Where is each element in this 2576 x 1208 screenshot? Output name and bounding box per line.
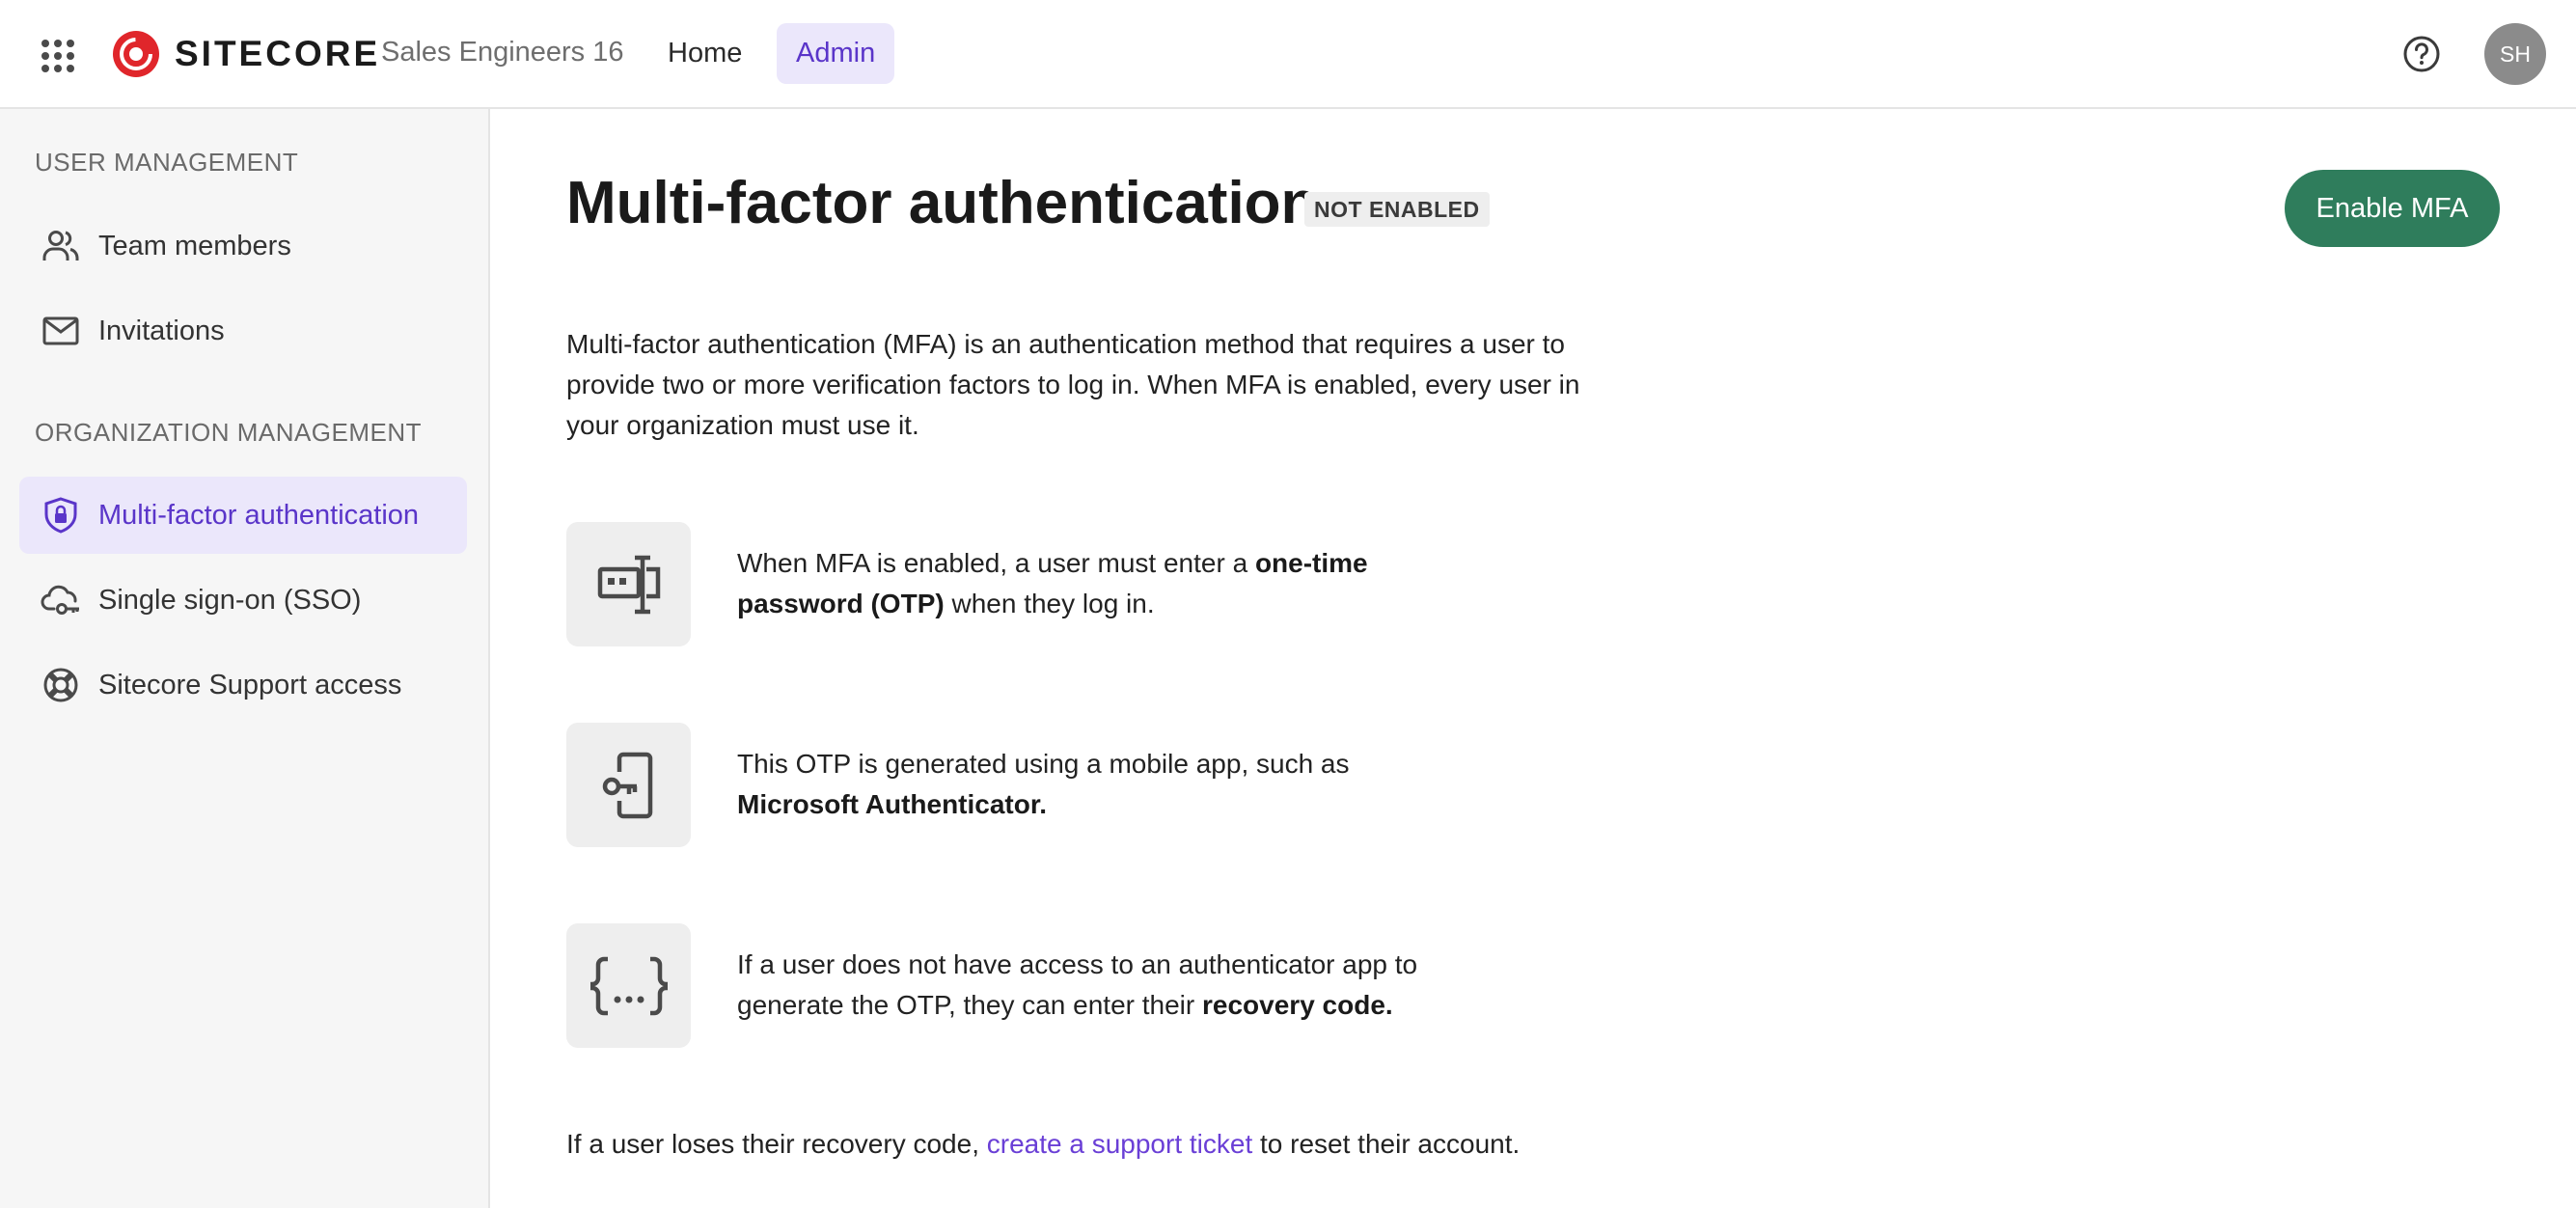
envelope-icon	[41, 311, 81, 351]
sidebar: USER MANAGEMENT Team members Invitations…	[0, 109, 490, 1208]
avatar[interactable]: SH	[2484, 23, 2546, 85]
sidebar-item-label: Team members	[98, 230, 291, 261]
user-management-heading: USER MANAGEMENT	[35, 148, 299, 177]
intro-paragraph: Multi-factor authentication (MFA) is an …	[566, 329, 1580, 440]
sitecore-logo[interactable]: SITECORE	[111, 28, 380, 80]
org-name: Sales Engineers 16	[381, 37, 624, 68]
feature-recovery-text: If a user does not have access to an aut…	[737, 945, 1470, 1026]
create-support-ticket-link[interactable]: create a support ticket	[987, 1129, 1252, 1159]
sidebar-item-support-access[interactable]: Sitecore Support access	[19, 646, 467, 724]
feature-text-part: when they log in.	[944, 589, 1155, 618]
brand-name: SITECORE	[175, 34, 381, 73]
feature-text-part: When MFA is enabled, a user must enter a	[737, 548, 1255, 578]
lifebuoy-icon	[41, 665, 81, 705]
code-braces-icon	[566, 923, 691, 1048]
cloud-key-icon	[41, 580, 81, 620]
nav-home-tab[interactable]: Home	[648, 23, 761, 84]
grid-apps-icon[interactable]	[37, 35, 79, 77]
shield-lock-icon	[41, 495, 81, 535]
sidebar-item-mfa[interactable]: Multi-factor authentication	[19, 477, 467, 554]
footer-text: If a user loses their recovery code,	[566, 1129, 987, 1159]
status-badge: NOT ENABLED	[1304, 192, 1490, 227]
feature-text-bold: Microsoft Authenticator.	[737, 789, 1047, 819]
org-management-heading: ORGANIZATION MANAGEMENT	[35, 418, 423, 447]
sidebar-item-label: Sitecore Support access	[98, 669, 402, 700]
sidebar-item-label: Multi-factor authentication	[98, 499, 420, 531]
footer-note: If a user loses their recovery code, cre…	[566, 1124, 1520, 1165]
help-circle-icon[interactable]	[2402, 35, 2441, 73]
sitecore-logo-icon	[113, 31, 159, 77]
sidebar-item-label: Single sign-on (SSO)	[98, 584, 362, 616]
people-icon	[41, 226, 81, 266]
feature-otp-text: When MFA is enabled, a user must enter a…	[737, 543, 1470, 624]
sidebar-item-label: Invitations	[98, 315, 225, 346]
page-title: Multi-factor authentication	[566, 170, 1318, 236]
sidebar-item-invitations[interactable]: Invitations	[19, 292, 467, 370]
sidebar-item-sso[interactable]: Single sign-on (SSO)	[19, 562, 467, 639]
top-bar: SITECORE Sales Engineers 16 Home Admin S…	[0, 0, 2576, 109]
phone-key-icon	[566, 723, 691, 847]
feature-text-bold: recovery code.	[1202, 990, 1393, 1020]
enable-mfa-button[interactable]: Enable MFA	[2285, 170, 2500, 247]
sidebar-item-team-members[interactable]: Team members	[19, 207, 467, 285]
password-field-icon	[566, 522, 691, 646]
feature-text-part: This OTP is generated using a mobile app…	[737, 749, 1350, 779]
footer-text: to reset their account.	[1252, 1129, 1521, 1159]
nav-admin-tab[interactable]: Admin	[777, 23, 895, 84]
feature-app-text: This OTP is generated using a mobile app…	[737, 744, 1470, 825]
